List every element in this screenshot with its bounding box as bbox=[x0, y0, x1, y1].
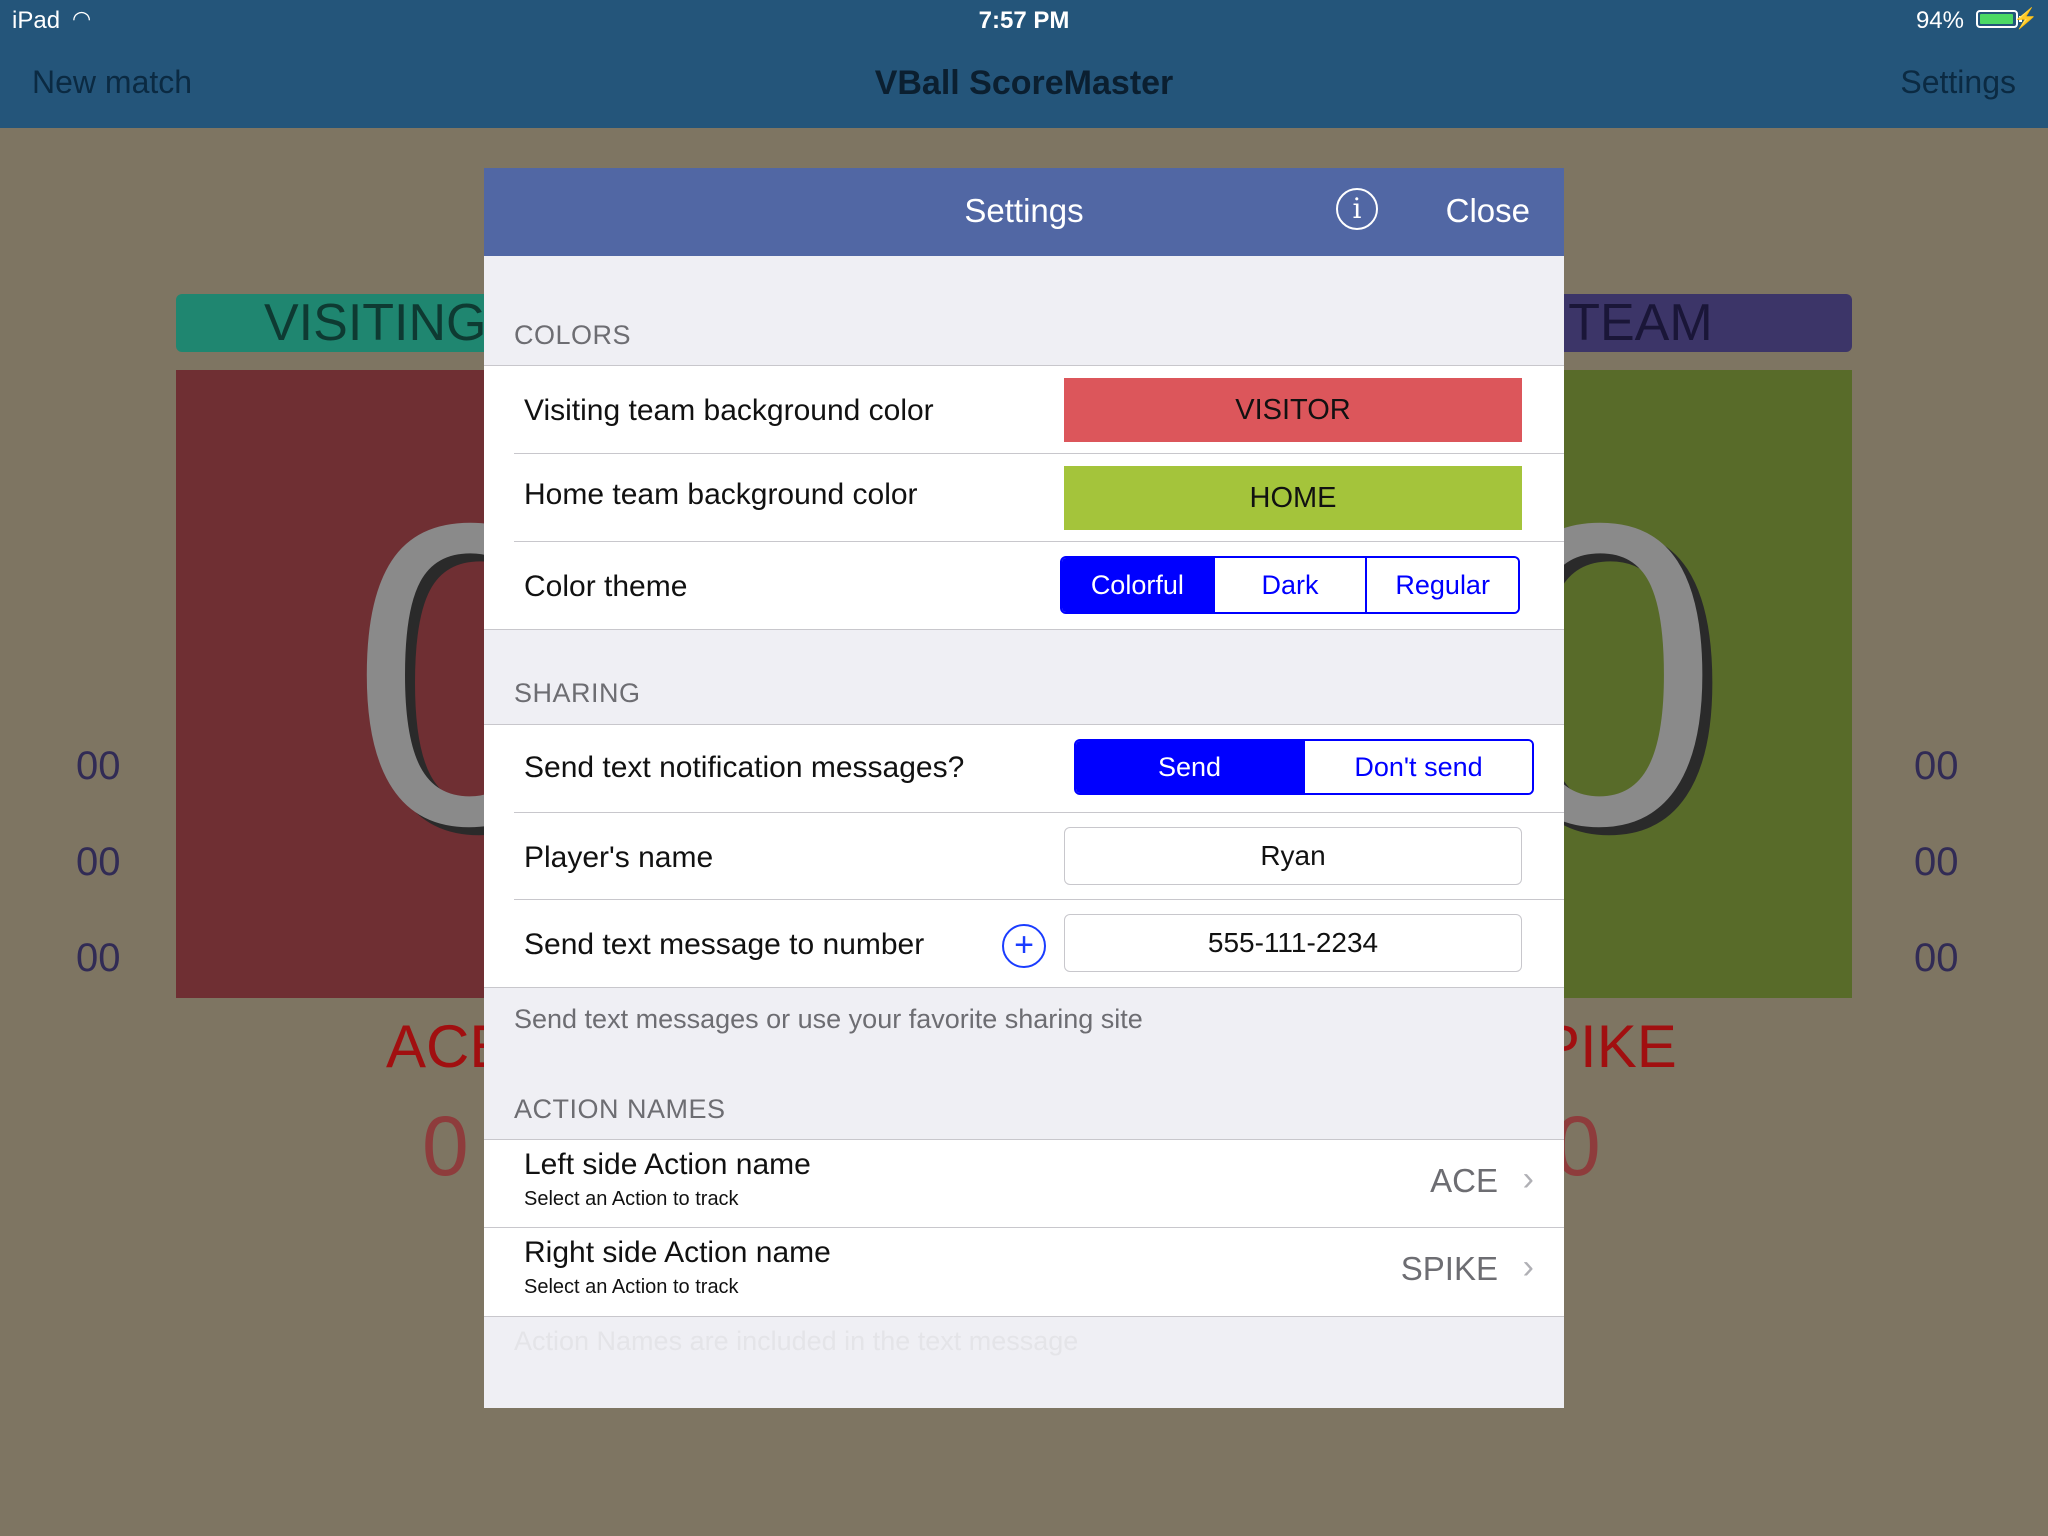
right-action-row[interactable]: Right side Action name Select an Action … bbox=[484, 1228, 1564, 1316]
player-name-row: Player's name Ryan bbox=[484, 813, 1564, 900]
right-action-name-label: Right side Action name bbox=[524, 1236, 831, 1269]
colors-group: Visiting team background color VISITOR H… bbox=[484, 365, 1564, 630]
modal-header: Settings i Close bbox=[484, 168, 1564, 256]
app-title: VBall ScoreMaster bbox=[874, 64, 1174, 102]
home-color-swatch[interactable]: HOME bbox=[1064, 466, 1522, 530]
modal-title: Settings bbox=[964, 192, 1084, 229]
right-action-sublabel: Select an Action to track bbox=[524, 1276, 739, 1298]
right-set-score-1: 00 bbox=[1914, 744, 1959, 788]
theme-option-colorful[interactable]: Colorful bbox=[1062, 558, 1213, 612]
left-action-value: ACE bbox=[1430, 1162, 1498, 1199]
phone-number-row: Send text message to number + 555-111-22… bbox=[484, 900, 1564, 987]
chevron-right-icon: › bbox=[1522, 1248, 1534, 1286]
left-action-sublabel: Select an Action to track bbox=[524, 1188, 739, 1210]
colors-section-label: COLORS bbox=[514, 320, 632, 350]
info-icon[interactable]: i bbox=[1336, 188, 1378, 230]
home-color-row: Home team background color HOME bbox=[484, 454, 1564, 542]
chevron-right-icon: › bbox=[1522, 1160, 1534, 1198]
left-set-score-3: 00 bbox=[76, 936, 121, 980]
right-set-score-2: 00 bbox=[1914, 840, 1959, 884]
color-theme-segmented-control[interactable]: Colorful Dark Regular bbox=[1060, 556, 1520, 614]
visiting-color-row: Visiting team background color VISITOR bbox=[484, 366, 1564, 454]
add-contact-icon[interactable]: + bbox=[1002, 924, 1046, 968]
color-theme-label: Color theme bbox=[524, 570, 688, 603]
left-set-score-1: 00 bbox=[76, 744, 121, 788]
right-set-score-3: 00 bbox=[1914, 936, 1959, 980]
phone-number-label: Send text message to number bbox=[524, 928, 925, 961]
close-button[interactable]: Close bbox=[1446, 192, 1530, 230]
battery-icon bbox=[1976, 10, 2022, 28]
settings-button[interactable]: Settings bbox=[1900, 64, 2016, 101]
notify-label: Send text notification messages? bbox=[524, 751, 965, 784]
status-bar: iPad ◠ 7:57 PM 94% ⚡ bbox=[0, 0, 2048, 40]
action-names-section-label: ACTION NAMES bbox=[514, 1094, 726, 1124]
notify-row: Send text notification messages? Send Do… bbox=[484, 725, 1564, 813]
player-name-label: Player's name bbox=[524, 841, 714, 874]
theme-option-dark[interactable]: Dark bbox=[1212, 558, 1366, 612]
sharing-group: Send text notification messages? Send Do… bbox=[484, 724, 1564, 988]
charging-icon: ⚡ bbox=[2013, 8, 2038, 30]
color-theme-row: Color theme Colorful Dark Regular bbox=[484, 542, 1564, 629]
sharing-section-label: SHARING bbox=[514, 678, 641, 708]
action-names-group: Left side Action name Select an Action t… bbox=[484, 1139, 1564, 1317]
player-name-field[interactable]: Ryan bbox=[1064, 827, 1522, 885]
left-action-name-label: Left side Action name bbox=[524, 1148, 811, 1181]
left-action-row[interactable]: Left side Action name Select an Action t… bbox=[484, 1140, 1564, 1228]
home-color-label: Home team background color bbox=[524, 478, 918, 511]
visiting-color-swatch[interactable]: VISITOR bbox=[1064, 378, 1522, 442]
theme-option-regular[interactable]: Regular bbox=[1365, 558, 1518, 612]
settings-modal: Settings i Close COLORS Visiting team ba… bbox=[484, 168, 1564, 1408]
left-set-score-2: 00 bbox=[76, 840, 121, 884]
sharing-footer-note: Send text messages or use your favorite … bbox=[514, 1004, 1143, 1034]
visiting-color-label: Visiting team background color bbox=[524, 394, 934, 427]
battery-percent: 94% bbox=[1915, 7, 1964, 34]
left-action-count[interactable]: 0 bbox=[422, 1098, 469, 1195]
notify-option-send[interactable]: Send bbox=[1076, 741, 1303, 793]
notify-option-dont-send[interactable]: Don't send bbox=[1303, 741, 1532, 793]
action-names-footer-note: Action Names are included in the text me… bbox=[514, 1326, 1079, 1356]
status-time: 7:57 PM bbox=[978, 7, 1070, 34]
nav-bar: New match VBall ScoreMaster Settings bbox=[0, 40, 2048, 128]
right-action-value: SPIKE bbox=[1400, 1250, 1498, 1287]
phone-number-field[interactable]: 555-111-2234 bbox=[1064, 914, 1522, 972]
notify-segmented-control[interactable]: Send Don't send bbox=[1074, 739, 1534, 795]
